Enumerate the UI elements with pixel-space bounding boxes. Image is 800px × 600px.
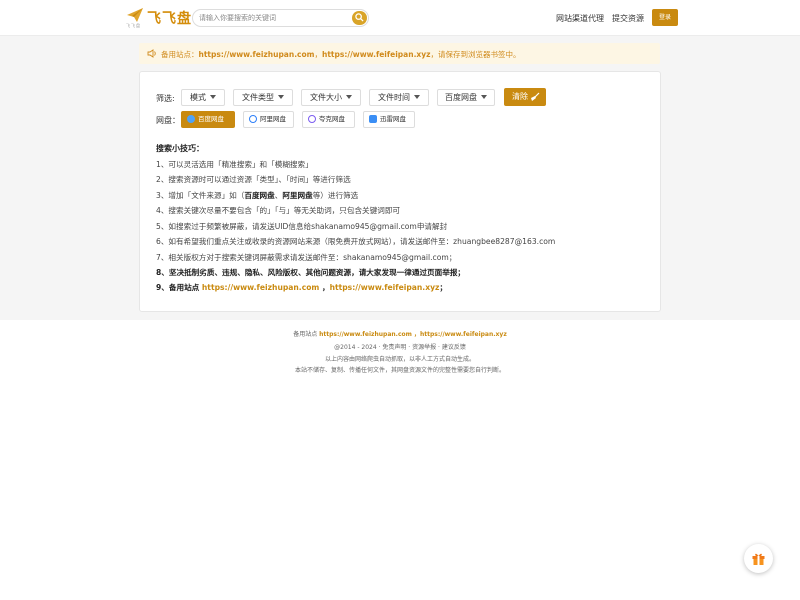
search-box [192,9,369,27]
tip-mirror-link-1[interactable]: https://www.feizhupan.com [202,283,319,292]
login-button[interactable]: 登录 [652,9,678,26]
clear-filters-button[interactable]: 清除 [504,88,546,106]
tip-9: 9、备用站点 https://www.feizhupan.com ，https:… [156,283,448,292]
search-button[interactable] [352,11,367,25]
caret-down-icon [481,95,487,99]
filter-filetype-dropdown[interactable]: 文件类型 [233,89,293,106]
tip-8: 8、坚决抵制劣质、违规、隐私、风险版权、其他问题资源，请大家发现一律通过页面举报… [156,268,466,277]
caret-down-icon [346,95,352,99]
caret-down-icon [414,95,420,99]
mirror-notice: 备用站点：https://www.feizhupan.com，https://w… [139,43,660,64]
tip-6: 6、如有希望我们重点关注或收录的资源网站来源（限免费开放式网站），请发送邮件至：… [156,237,556,246]
tip-2: 2、搜索资源时可以通过资源「类型」、「时间」等进行筛选 [156,175,351,184]
tip-5: 5、如搜索过于频繁被屏蔽，请发送UID信息给shakanamo945@gmail… [156,222,448,231]
footer-mirror-link-2[interactable]: https://www.feifeipan.xyz [420,331,507,338]
speaker-icon [147,49,156,58]
filter-source-dropdown[interactable]: 百度网盘 [437,89,495,106]
filter-mode-dropdown[interactable]: 模式 [181,89,225,106]
pan-xunlei-button[interactable]: 迅雷网盘 [363,111,415,128]
tip-mirror-link-2[interactable]: https://www.feifeipan.xyz [330,283,440,292]
logo-subtitle: 飞飞盘 [126,23,141,28]
logo-name: 飞飞盘 [147,11,192,27]
logo-plane-icon [127,8,143,22]
site-logo[interactable]: 飞飞盘 飞飞盘 [126,7,196,29]
footer-mirrors: 备用站点 https://www.feizhupan.com ，https://… [293,331,507,338]
gift-button[interactable] [744,544,773,573]
gift-icon [752,553,765,565]
notice-text: 备用站点：https://www.feizhupan.com，https://w… [161,50,521,59]
footer-disclaimer-2: 本站不储存、复制、传播任何文件，其网盘资源文件的完整性需要您自行判断。 [294,367,505,374]
search-icon [355,13,364,22]
filter-filesize-dropdown[interactable]: 文件大小 [301,89,361,106]
broom-icon [531,92,540,101]
site-footer: 备用站点 https://www.feizhupan.com ，https://… [0,320,800,600]
search-panel: 筛选: 模式 文件类型 文件大小 文件时间 百度网盘 清除 网盘： 百度网盘 阿… [139,71,661,312]
xunlei-icon [369,115,377,123]
nav-agent-link[interactable]: 网站渠道代理 [556,13,604,24]
aliyun-icon [249,115,257,123]
search-input[interactable] [199,12,349,24]
notice-link-2[interactable]: https://www.feifeipan.xyz [322,50,431,59]
tips-title: 搜索小技巧： [156,144,204,153]
pan-label: 网盘： [156,116,180,125]
filter-filetime-dropdown[interactable]: 文件时间 [369,89,429,106]
pan-baidu-button[interactable]: 百度网盘 [181,111,235,128]
notice-link-1[interactable]: https://www.feizhupan.com [199,50,315,59]
footer-links[interactable]: @2014 - 2024 · 免责声明 · 资源举报 · 建议反馈 [0,342,800,351]
tip-7: 7、相关版权方对于搜索关键词屏蔽需求请发送邮件至：shakanamo945@gm… [156,253,457,262]
footer-disclaimer-1: 以上内容由网络爬虫自动抓取，以非人工方式自动生成。 [324,356,475,363]
caret-down-icon [210,95,216,99]
tip-3: 3、增加「文件来源」如（百度网盘、阿里网盘等）进行筛选 [156,191,359,200]
pan-quark-button[interactable]: 夸克网盘 [302,111,355,128]
footer-mirror-link-1[interactable]: https://www.feizhupan.com [319,331,412,338]
caret-down-icon [278,95,284,99]
tip-4: 4、搜索关键次尽量不要包含「的」「与」等无关助词，只包含关键词即可 [156,206,401,215]
baidu-icon [187,115,195,123]
nav-submit-link[interactable]: 提交资源 [612,13,644,24]
tip-1: 1、可以灵活选用「精准搜索」和「模糊搜索」 [156,160,313,169]
filter-label: 筛选: [156,94,175,103]
pan-aliyun-button[interactable]: 阿里网盘 [243,111,294,128]
site-header: 飞飞盘 飞飞盘 网站渠道代理 提交资源 登录 [0,0,800,36]
quark-icon [308,115,316,123]
